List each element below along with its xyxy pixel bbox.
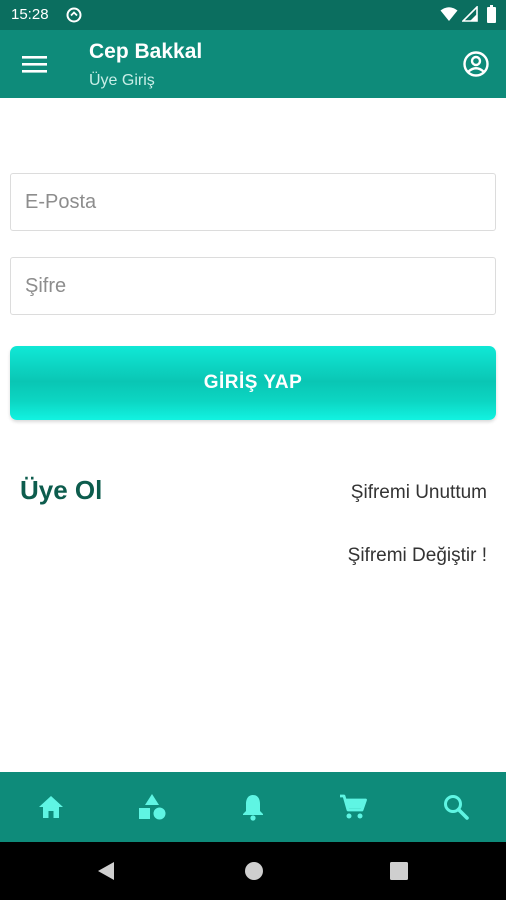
menu-icon[interactable] <box>22 53 47 75</box>
cart-icon[interactable] <box>338 792 368 822</box>
categories-icon[interactable] <box>137 792 167 822</box>
app-title: Cep Bakkal <box>89 40 203 63</box>
recents-icon[interactable] <box>390 862 408 880</box>
account-icon[interactable] <box>462 50 490 78</box>
change-password-link[interactable]: Şifremi Değiştir ! <box>348 545 487 567</box>
wifi-icon <box>440 7 458 21</box>
status-time: 15:28 <box>11 6 49 23</box>
home-circle-icon[interactable] <box>244 861 264 881</box>
email-field[interactable] <box>10 173 496 231</box>
password-field[interactable] <box>10 257 496 315</box>
search-icon[interactable] <box>441 792 471 822</box>
system-nav-bar <box>0 842 506 900</box>
status-bar: 15:28 <box>0 0 506 30</box>
login-button[interactable]: GİRİŞ YAP <box>10 346 496 420</box>
forgot-password-link[interactable]: Şifremi Unuttum <box>351 482 487 504</box>
register-link[interactable]: Üye Ol <box>20 475 102 506</box>
back-icon[interactable] <box>97 861 115 881</box>
battery-icon <box>487 5 496 23</box>
signal-icon <box>462 6 478 22</box>
sync-icon <box>66 7 82 23</box>
bottom-nav <box>0 772 506 842</box>
app-bar: Cep Bakkal Üye Giriş <box>0 30 506 98</box>
notifications-icon[interactable] <box>238 792 268 822</box>
home-icon[interactable] <box>36 792 66 822</box>
page-subtitle: Üye Giriş <box>89 72 155 89</box>
